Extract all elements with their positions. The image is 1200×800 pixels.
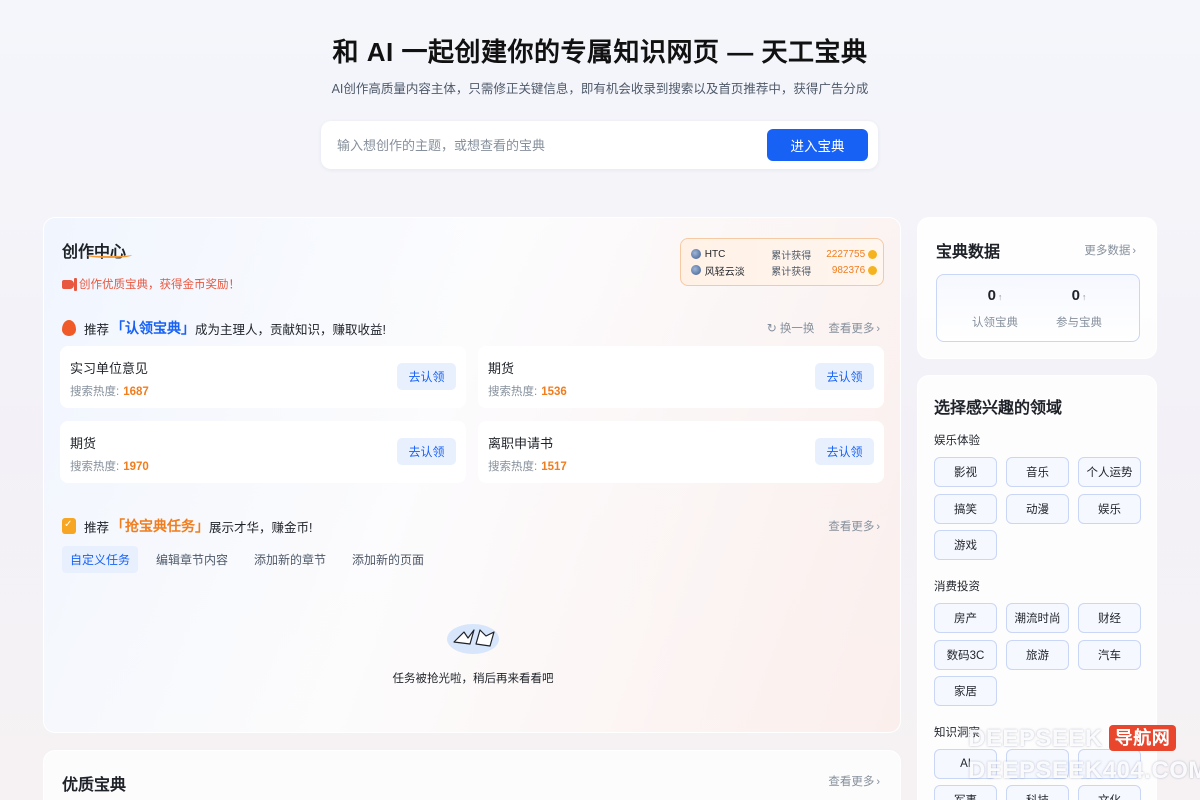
claim-button[interactable]: 去认领 — [397, 363, 456, 390]
claim-heat: 搜索热度: 1517 — [488, 461, 567, 473]
field-chip[interactable]: 房产 — [934, 603, 997, 633]
arrow-up-icon: ↑ — [1081, 292, 1087, 302]
task-section-actions: 查看更多 › — [828, 518, 880, 534]
fire-icon — [62, 320, 76, 336]
field-group-title: 娱乐体验 — [934, 435, 980, 447]
empty-state-illustration-icon — [447, 624, 499, 654]
field-chip[interactable]: 潮流时尚 — [1006, 603, 1069, 633]
refresh-icon: ↻ — [766, 321, 777, 335]
field-chip[interactable]: 旅游 — [1006, 640, 1069, 670]
field-chip[interactable]: 汽车 — [1078, 640, 1141, 670]
claim-heat: 搜索热度: 1536 — [488, 386, 567, 398]
field-chip[interactable]: 家居 — [934, 676, 997, 706]
tab-custom-task[interactable]: 自定义任务 — [62, 546, 139, 573]
field-chip[interactable]: 娱乐 — [1078, 494, 1141, 524]
empty-state-text: 任务被抢光啦，稍后再来看看吧 — [392, 673, 554, 685]
tab-edit-chapter[interactable]: 编辑章节内容 — [148, 546, 236, 573]
field-chip[interactable]: 财经 — [1078, 603, 1141, 633]
page-subtitle: AI创作高质量内容主体，只需修正关键信息，即有机会收录到搜索以及首页推荐中，获得… — [331, 82, 869, 96]
claim-card: 离职申请书 搜索热度: 1517 去认领 — [478, 421, 884, 483]
search-input[interactable] — [337, 131, 757, 159]
avatar — [691, 249, 701, 259]
task-more-link[interactable]: 查看更多 › — [828, 518, 880, 534]
claim-title: 离职申请书 — [488, 436, 554, 451]
search-bar: 进入宝典 — [321, 121, 878, 169]
field-chip[interactable]: 个人运势 — [1078, 457, 1141, 487]
chevron-right-icon: › — [876, 521, 880, 533]
more-data-link[interactable]: 更多数据 › — [1084, 242, 1136, 258]
arrow-up-icon: ↑ — [997, 292, 1003, 302]
field-chip[interactable]: 音乐 — [1006, 457, 1069, 487]
field-chip[interactable]: 影视 — [934, 457, 997, 487]
claim-card: 实习单位意见 搜索热度: 1687 去认领 — [60, 346, 466, 408]
coin-icon — [868, 265, 877, 275]
field-chip[interactable]: 文化 — [1078, 785, 1141, 800]
baodian-stats-card: 宝典数据 更多数据 › 0 ↑ 认领宝典 0 ↑ 参与宝典 — [917, 217, 1157, 359]
site-watermark: DEEPSEEK 导航网 DEEPSEEK404.COM — [968, 725, 1200, 784]
fields-title: 选择感兴趣的领域 — [934, 400, 1063, 417]
stats-title: 宝典数据 — [936, 244, 1001, 261]
claim-button[interactable]: 去认领 — [815, 363, 874, 390]
creation-center-card: 创作中心 创作优质宝典，获得金币奖励！ HTC 累计获得 2227755 风轻云… — [43, 217, 901, 733]
field-chip[interactable]: 搞笑 — [934, 494, 997, 524]
title-underline-decoration — [86, 252, 132, 258]
coin-icon — [868, 249, 877, 259]
quality-more-link[interactable]: 查看更多 › — [828, 773, 880, 789]
quality-baodian-card: 优质宝典 查看更多 › — [43, 750, 901, 800]
enter-baodian-button[interactable]: 进入宝典 — [767, 129, 868, 161]
page-title: 和 AI 一起创建你的专属知识网页 — 天工宝典 — [332, 37, 868, 67]
leaderboard-row: HTC 累计获得 2227755 — [691, 247, 877, 262]
claim-title: 期货 — [488, 361, 515, 376]
megaphone-icon — [62, 277, 77, 291]
chevron-right-icon: › — [1132, 245, 1136, 257]
claim-section-actions: ↻ 换一换 查看更多 › — [767, 320, 880, 336]
tab-add-page[interactable]: 添加新的页面 — [344, 546, 432, 573]
clipboard-check-icon — [62, 518, 76, 534]
field-chip[interactable]: 数码3C — [934, 640, 997, 670]
claim-card: 期货 搜索热度: 1970 去认领 — [60, 421, 466, 483]
reward-banner: 创作优质宝典，获得金币奖励！ — [62, 276, 240, 292]
field-chip[interactable]: 军事 — [934, 785, 997, 800]
field-chip[interactable]: 动漫 — [1006, 494, 1069, 524]
quality-title: 优质宝典 — [62, 777, 127, 794]
claim-button[interactable]: 去认领 — [397, 438, 456, 465]
chevron-right-icon: › — [876, 323, 880, 335]
claim-heat: 搜索热度: 1970 — [70, 461, 149, 473]
claim-section-header: 推荐 「认领宝典」 成为主理人，贡献知识，赚取收益! — [62, 318, 386, 338]
claim-heat: 搜索热度: 1687 — [70, 386, 149, 398]
claim-button[interactable]: 去认领 — [815, 438, 874, 465]
tab-add-chapter[interactable]: 添加新的章节 — [246, 546, 334, 573]
creation-center-title: 创作中心 — [62, 238, 132, 262]
field-group-title: 消费投资 — [934, 581, 980, 593]
stat-participated[interactable]: 0 ↑ 参与宝典 — [1039, 287, 1119, 330]
claim-card: 期货 搜索热度: 1536 去认领 — [478, 346, 884, 408]
claim-title: 期货 — [70, 436, 97, 451]
quality-actions: 查看更多 › — [828, 773, 880, 789]
claim-title: 实习单位意见 — [70, 361, 149, 376]
task-tabs: 自定义任务 编辑章节内容 添加新的章节 添加新的页面 — [62, 546, 432, 573]
avatar — [691, 265, 701, 275]
chevron-right-icon: › — [876, 776, 880, 788]
refresh-link[interactable]: ↻ 换一换 — [767, 320, 815, 336]
leaderboard: HTC 累计获得 2227755 风轻云淡 累计获得 982376 — [680, 238, 884, 286]
stat-claimed[interactable]: 0 ↑ 认领宝典 — [955, 287, 1035, 330]
stats-box: 0 ↑ 认领宝典 0 ↑ 参与宝典 — [936, 274, 1140, 342]
task-section-header: 推荐 「抢宝典任务」 展示才华，赚金币! — [62, 516, 313, 536]
claim-more-link[interactable]: 查看更多 › — [828, 320, 880, 336]
field-chip[interactable]: 游戏 — [934, 530, 997, 560]
leaderboard-row: 风轻云淡 累计获得 982376 — [691, 263, 877, 278]
field-chip[interactable]: 科技 — [1006, 785, 1069, 800]
